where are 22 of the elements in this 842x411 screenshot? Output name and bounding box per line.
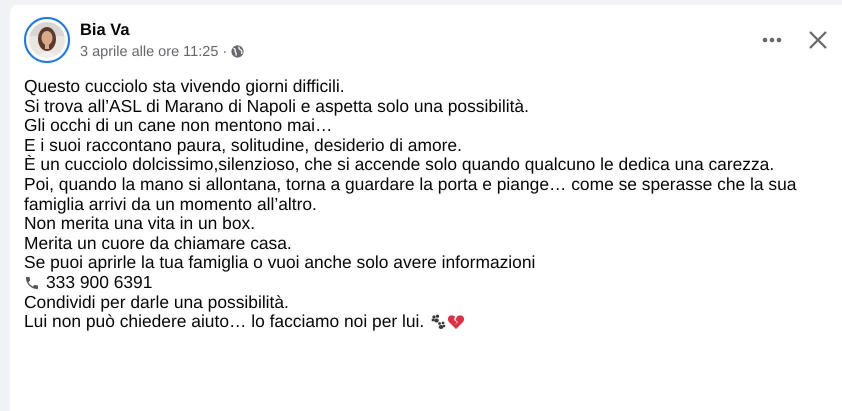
post-text: Si trova all’ASL di Marano di Napoli e aspetta solo una possibilità. bbox=[24, 96, 529, 116]
post-text: Gli occhi di un cane non mentono mai… bbox=[24, 116, 332, 136]
post-text: E i suoi raccontano paura, solitudine, desiderio di amore. bbox=[24, 136, 462, 155]
separator: · bbox=[222, 44, 228, 60]
author-name[interactable]: Bia Va bbox=[80, 20, 740, 40]
paw-icon bbox=[430, 314, 446, 330]
post-text: Se puoi aprirle la tua famiglia o vuoi anche solo avere informazioni bbox=[24, 253, 536, 273]
phone-number: 333 900 6391 bbox=[46, 272, 152, 293]
post-timestamp[interactable]: 3 aprile alle ore 11:25 bbox=[80, 44, 218, 60]
phone-icon bbox=[24, 274, 40, 291]
post-text: È un cucciolo dolcissimo,silenzioso, che si accende solo quando qualcuno le dedica una carezza. bbox=[24, 155, 774, 175]
post-text: Merita un cuore da chiamare casa. bbox=[24, 234, 292, 254]
post-text: Condividi per darle una possibilità. bbox=[24, 292, 289, 312]
post-text: Questo cucciolo sta vivendo giorni difficili. bbox=[24, 77, 345, 97]
broken-heart-icon bbox=[447, 314, 466, 330]
post-text: Lui non può chiedere aiuto… lo facciamo noi per lui. bbox=[24, 312, 424, 332]
post-text: Poi, quando la mano si allontana, torna a guardare la porta e piange… come se sperasse che la sua famiglia arrivi da un momento all’altro. bbox=[24, 174, 798, 214]
close-icon bbox=[808, 30, 828, 50]
globe-icon bbox=[231, 45, 244, 58]
post-text: Non merita una vita in un box. bbox=[24, 214, 256, 234]
more-icon bbox=[762, 37, 782, 43]
avatar[interactable] bbox=[24, 17, 70, 63]
